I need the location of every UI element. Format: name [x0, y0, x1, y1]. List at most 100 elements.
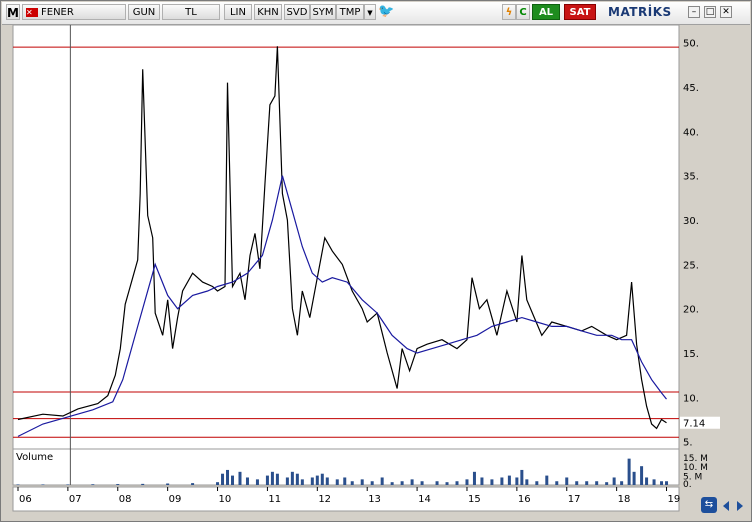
y-tick-label: 40. — [683, 127, 699, 138]
x-tick-label: 14 — [418, 494, 431, 505]
volume-bar — [290, 471, 294, 485]
volume-bar — [525, 479, 529, 485]
volume-bar — [231, 475, 235, 485]
volume-bar — [370, 481, 374, 485]
close-symbol-icon[interactable]: ✕ — [26, 8, 38, 17]
template-button[interactable]: TMP — [336, 4, 364, 20]
x-tick-label: 16 — [518, 494, 531, 505]
volume-bar — [420, 481, 424, 485]
scroll-left-icon[interactable] — [723, 501, 729, 511]
volume-bar — [645, 477, 649, 485]
scroll-sync-icon[interactable]: ⇆ — [701, 497, 717, 513]
volume-bar — [455, 481, 459, 485]
volume-bar — [472, 471, 476, 485]
period-button[interactable]: GUN — [128, 4, 160, 20]
svd-button[interactable]: SVD — [284, 4, 310, 20]
currency-button[interactable]: TL — [162, 4, 220, 20]
volume-bar — [315, 475, 319, 485]
volume-bar — [620, 481, 624, 485]
chart-toolbar: M ✕ FENER GUN TL LIN KHN SVD SYM TMP ▼ 🐦… — [2, 2, 750, 25]
twitter-icon[interactable]: 🐦 — [378, 4, 394, 20]
y-tick-label: 30. — [683, 216, 699, 227]
volume-bar — [490, 479, 494, 485]
maximize-icon[interactable]: □ — [704, 6, 716, 18]
volume-bar — [507, 475, 511, 485]
y-tick-label: 35. — [683, 172, 699, 183]
volume-bar — [221, 473, 225, 485]
volume-bar — [216, 482, 220, 485]
x-tick-label: 15 — [468, 494, 481, 505]
x-tick-label: 09 — [169, 494, 182, 505]
close-icon[interactable]: ✕ — [720, 6, 732, 18]
volume-bar — [665, 481, 669, 485]
volume-bar — [295, 473, 299, 485]
volume-bar — [652, 479, 656, 485]
volume-bar — [320, 473, 324, 485]
volume-bar — [400, 481, 404, 485]
sell-button[interactable]: SAT — [564, 4, 596, 20]
volume-bar — [605, 482, 609, 485]
volume-bar — [16, 484, 20, 485]
volume-label: Volume — [16, 452, 53, 463]
x-tick-label: 18 — [618, 494, 631, 505]
lightning-icon[interactable]: ϟ — [502, 4, 516, 20]
volume-bar — [191, 483, 195, 485]
volume-bar — [640, 466, 644, 485]
volume-bar — [245, 477, 249, 485]
price-chart[interactable]: 50. 45. 40. 35. 30. 25. 20. 15. 10. 5. 7.14 Volume 1… — [11, 25, 729, 513]
volume-bar — [66, 484, 70, 485]
minimize-icon[interactable]: – — [688, 6, 700, 18]
volume-bar — [285, 477, 289, 485]
volume-bar — [660, 481, 664, 485]
volume-bar — [350, 481, 354, 485]
price-panel — [12, 25, 680, 456]
volume-bar — [390, 482, 394, 485]
buy-button[interactable]: AL — [532, 4, 560, 20]
volume-bar — [445, 482, 449, 485]
volume-bar — [575, 481, 579, 485]
volume-bar — [360, 479, 364, 485]
x-tick-label: 17 — [568, 494, 581, 505]
volume-bar — [480, 477, 484, 485]
refresh-icon[interactable]: C — [516, 4, 530, 20]
volume-bar — [265, 475, 269, 485]
volume-bar — [535, 481, 539, 485]
volume-bar — [226, 469, 230, 485]
volume-bar — [410, 479, 414, 485]
x-tick-label: 13 — [368, 494, 381, 505]
volume-bar — [325, 477, 329, 485]
x-tick-label: 08 — [119, 494, 132, 505]
volume-bar — [41, 484, 45, 485]
x-tick-label: 10 — [219, 494, 232, 505]
x-tick-label: 19 — [668, 494, 681, 505]
volume-tick-label: 0. — [683, 480, 692, 490]
volume-bar — [141, 483, 145, 485]
volume-bar — [500, 477, 504, 485]
linear-scale-button[interactable]: LIN — [224, 4, 252, 20]
volume-bar — [632, 471, 636, 485]
triangle-down-icon[interactable]: ▼ — [364, 4, 376, 20]
y-tick-label: 15. — [683, 349, 699, 360]
x-tick-label: 11 — [268, 494, 281, 505]
volume-bar — [380, 477, 384, 485]
volume-bar — [565, 477, 569, 485]
volume-bar — [435, 481, 439, 485]
volume-bar — [275, 473, 279, 485]
y-tick-label: 10. — [683, 393, 699, 404]
khn-button[interactable]: KHN — [254, 4, 282, 20]
volume-bar — [555, 481, 559, 485]
volume-bar — [300, 479, 304, 485]
y-tick-label: 25. — [683, 260, 699, 271]
volume-bar — [465, 479, 469, 485]
matriks-menu-button[interactable]: M — [6, 4, 20, 20]
x-tick-label: 07 — [69, 494, 82, 505]
volume-bar — [595, 481, 599, 485]
sym-button[interactable]: SYM — [310, 4, 336, 20]
volume-bar — [116, 484, 120, 485]
y-tick-label: 45. — [683, 83, 699, 94]
symbol-selector[interactable]: ✕ FENER — [22, 4, 126, 20]
volume-bar — [520, 469, 524, 485]
chart-area[interactable]: 50. 45. 40. 35. 30. 25. 20. 15. 10. 5. 7.14 Volume 1… — [11, 25, 729, 513]
x-tick-label: 12 — [318, 494, 331, 505]
scroll-right-icon[interactable] — [737, 501, 743, 511]
